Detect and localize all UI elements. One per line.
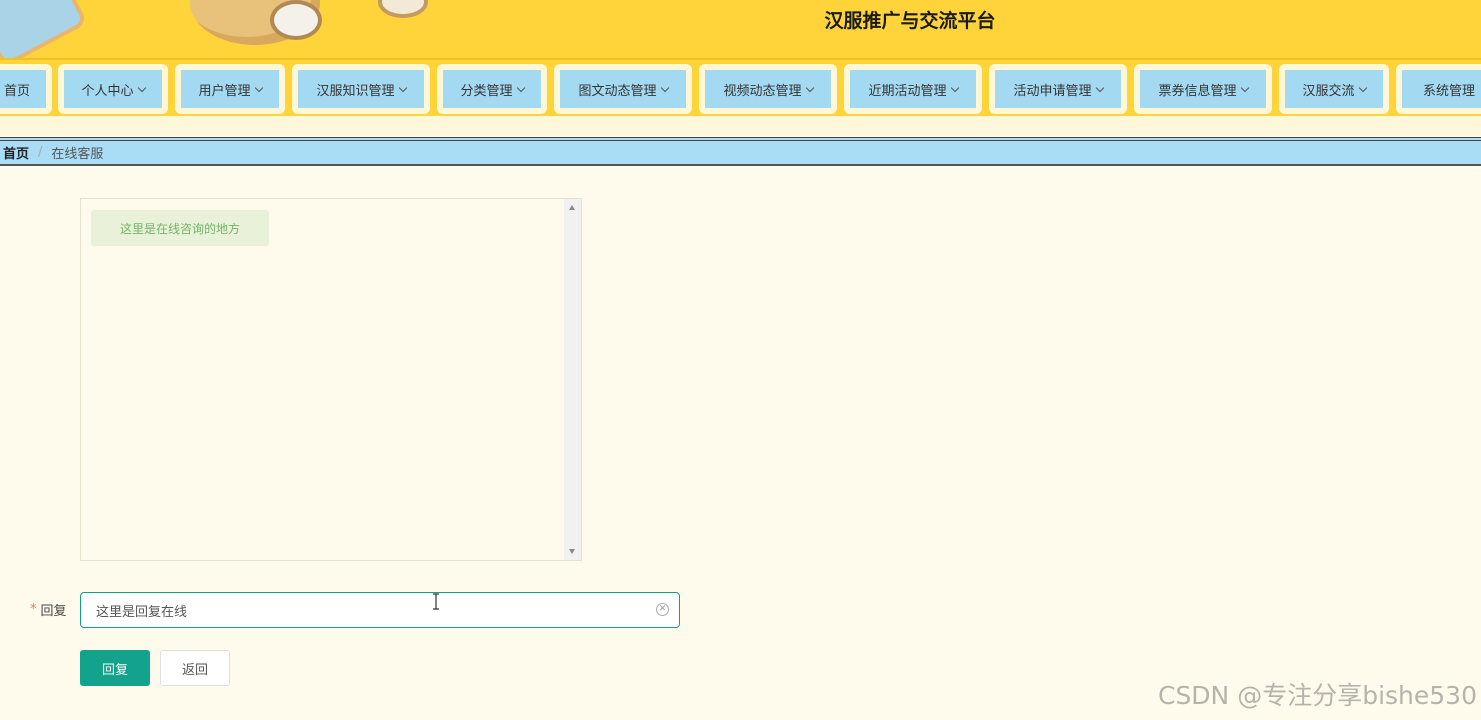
- nav-item-label: 视频动态管理: [723, 83, 802, 99]
- chevron-down-icon: [137, 83, 146, 92]
- nav-item-category-management[interactable]: 分类管理: [437, 64, 547, 114]
- chat-message-area[interactable]: 这里是在线咨询的地方: [80, 198, 582, 561]
- chevron-down-icon: [398, 83, 407, 92]
- scroll-down-icon[interactable]: [569, 549, 575, 554]
- reply-field-label: * 回复: [30, 598, 67, 620]
- breadcrumb-separator: /: [38, 145, 43, 160]
- nav-item-system-management[interactable]: 系统管理: [1396, 64, 1481, 114]
- clear-icon[interactable]: ✕: [656, 603, 669, 616]
- site-title: 汉服推广与交流平台: [824, 10, 996, 32]
- nav-item-recent-activity-management[interactable]: 近期活动管理: [844, 64, 982, 114]
- nav-item-label: 图文动态管理: [578, 83, 657, 99]
- nav-item-hanfu-exchange[interactable]: 汉服交流: [1279, 64, 1389, 114]
- nav-item-ticket-info-management[interactable]: 票券信息管理: [1134, 64, 1272, 114]
- scroll-up-icon[interactable]: [569, 205, 575, 210]
- breadcrumb-current: 在线客服: [51, 147, 104, 162]
- decoration-board: [0, 0, 89, 58]
- nav-item-activity-application-management[interactable]: 活动申请管理: [989, 64, 1127, 114]
- chevron-down-icon: [1095, 83, 1104, 92]
- chevron-down-icon: [660, 83, 669, 92]
- nav-item-image-post-management[interactable]: 图文动态管理: [554, 64, 692, 114]
- reply-button[interactable]: 回复: [80, 650, 150, 686]
- main-nav: 首页 个人中心 用户管理 汉服知识管理 分类管理 图文动态管理 视频动态管理 近…: [0, 58, 1481, 116]
- back-button[interactable]: 返回: [160, 650, 230, 686]
- chevron-down-icon: [1240, 83, 1249, 92]
- chat-message: 这里是在线咨询的地方: [91, 210, 269, 246]
- watermark: CSDN @专注分享bishe530: [1157, 681, 1477, 710]
- decoration-shape: [378, 0, 428, 18]
- nav-item-hanfu-knowledge[interactable]: 汉服知识管理: [292, 64, 430, 114]
- chat-scrollbar[interactable]: [564, 199, 581, 560]
- nav-item-label: 活动申请管理: [1013, 83, 1092, 99]
- nav-item-label: 汉服知识管理: [316, 83, 395, 99]
- nav-item-label: 个人中心: [81, 83, 134, 99]
- chevron-down-icon: [1358, 83, 1367, 92]
- nav-item-label: 分类管理: [460, 83, 513, 99]
- chevron-down-icon: [950, 83, 959, 92]
- nav-item-personal-center[interactable]: 个人中心: [58, 64, 168, 114]
- chevron-down-icon: [516, 83, 525, 92]
- nav-spacer: [0, 116, 1481, 136]
- nav-item-label: 首页: [3, 83, 30, 99]
- chevron-down-icon: [254, 83, 263, 92]
- nav-item-label: 近期活动管理: [868, 83, 947, 99]
- nav-item-label: 系统管理: [1423, 83, 1476, 99]
- header-banner: 汉服推广与交流平台: [0, 0, 1481, 58]
- nav-item-label: 汉服交流: [1302, 83, 1355, 99]
- reply-input[interactable]: [80, 592, 680, 628]
- chevron-down-icon: [805, 83, 814, 92]
- nav-item-user-management[interactable]: 用户管理: [175, 64, 285, 114]
- breadcrumb-home[interactable]: 首页: [3, 143, 29, 162]
- nav-item-label: 用户管理: [198, 83, 251, 99]
- nav-item-home[interactable]: 首页: [0, 64, 52, 114]
- nav-item-label: 票券信息管理: [1158, 83, 1237, 99]
- breadcrumb: 首页 / 在线客服: [0, 137, 1481, 166]
- required-mark: *: [30, 601, 37, 617]
- nav-item-video-post-management[interactable]: 视频动态管理: [699, 64, 837, 114]
- reply-label-text: 回复: [40, 603, 67, 619]
- decoration-shape: [270, 0, 322, 40]
- text-cursor-icon: [433, 593, 439, 610]
